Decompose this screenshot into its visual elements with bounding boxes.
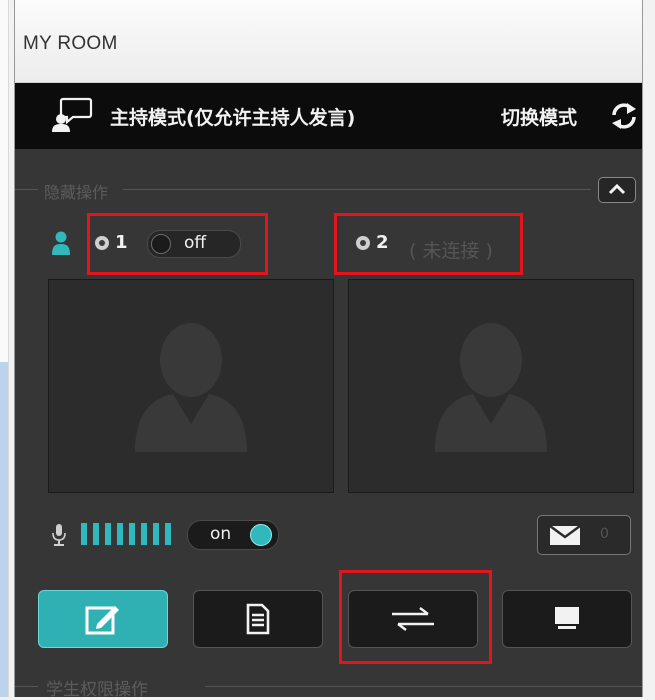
chevron-up-icon: [608, 183, 626, 195]
document-icon: [246, 603, 270, 635]
my-room-window: MY ROOM 主持模式(仅允许主持人发言) 切换模式 隐藏操作 1 off 2…: [14, 0, 643, 700]
mode-label: 主持模式(仅允许主持人发言): [110, 107, 356, 129]
toggle-knob: [250, 524, 272, 546]
divider: [15, 686, 38, 687]
audio-level-meter: [81, 523, 177, 549]
avatar-placeholder-icon: [435, 323, 547, 452]
video-panel-1[interactable]: [48, 279, 334, 493]
avatar-placeholder-icon: [135, 323, 247, 452]
hidden-ops-label: 隐藏操作: [44, 183, 109, 202]
switch-mode-button[interactable]: 切换模式: [501, 103, 577, 130]
edit-icon: [85, 606, 119, 635]
highlight-box: [339, 570, 492, 664]
highlight-box: [334, 213, 523, 275]
collapse-button[interactable]: [598, 177, 636, 203]
document-button[interactable]: [193, 590, 323, 648]
microphone-toggle-label: on: [210, 524, 232, 544]
title-bar[interactable]: MY ROOM: [15, 0, 642, 83]
mode-bar: 主持模式(仅允许主持人发言) 切换模式: [15, 83, 642, 149]
divider: [205, 686, 642, 687]
divider: [123, 189, 591, 190]
person-icon: [52, 231, 70, 259]
whiteboard-edit-button[interactable]: [38, 590, 168, 648]
window-title: MY ROOM: [23, 33, 118, 54]
screen-share-button[interactable]: [502, 590, 632, 648]
messages-button[interactable]: 0: [537, 515, 631, 555]
microphone-icon: [52, 524, 66, 550]
host-speaker-icon: [51, 97, 93, 137]
monitor-icon: [555, 607, 579, 629]
divider: [15, 189, 38, 190]
background-window-blue-strip: [0, 362, 8, 697]
control-panel: 隐藏操作 1 off 2 ( 未连接 ) on 0 学生权限操作: [15, 149, 642, 700]
switch-arrows-icon[interactable]: [609, 101, 639, 135]
video-panel-2[interactable]: [348, 279, 634, 493]
microphone-toggle[interactable]: on: [187, 520, 279, 550]
student-ops-label: 学生权限操作: [46, 680, 148, 700]
background-window-edge: [0, 0, 9, 697]
highlight-box: [87, 213, 268, 275]
message-count: 0: [600, 526, 609, 542]
envelope-icon: [549, 524, 581, 545]
